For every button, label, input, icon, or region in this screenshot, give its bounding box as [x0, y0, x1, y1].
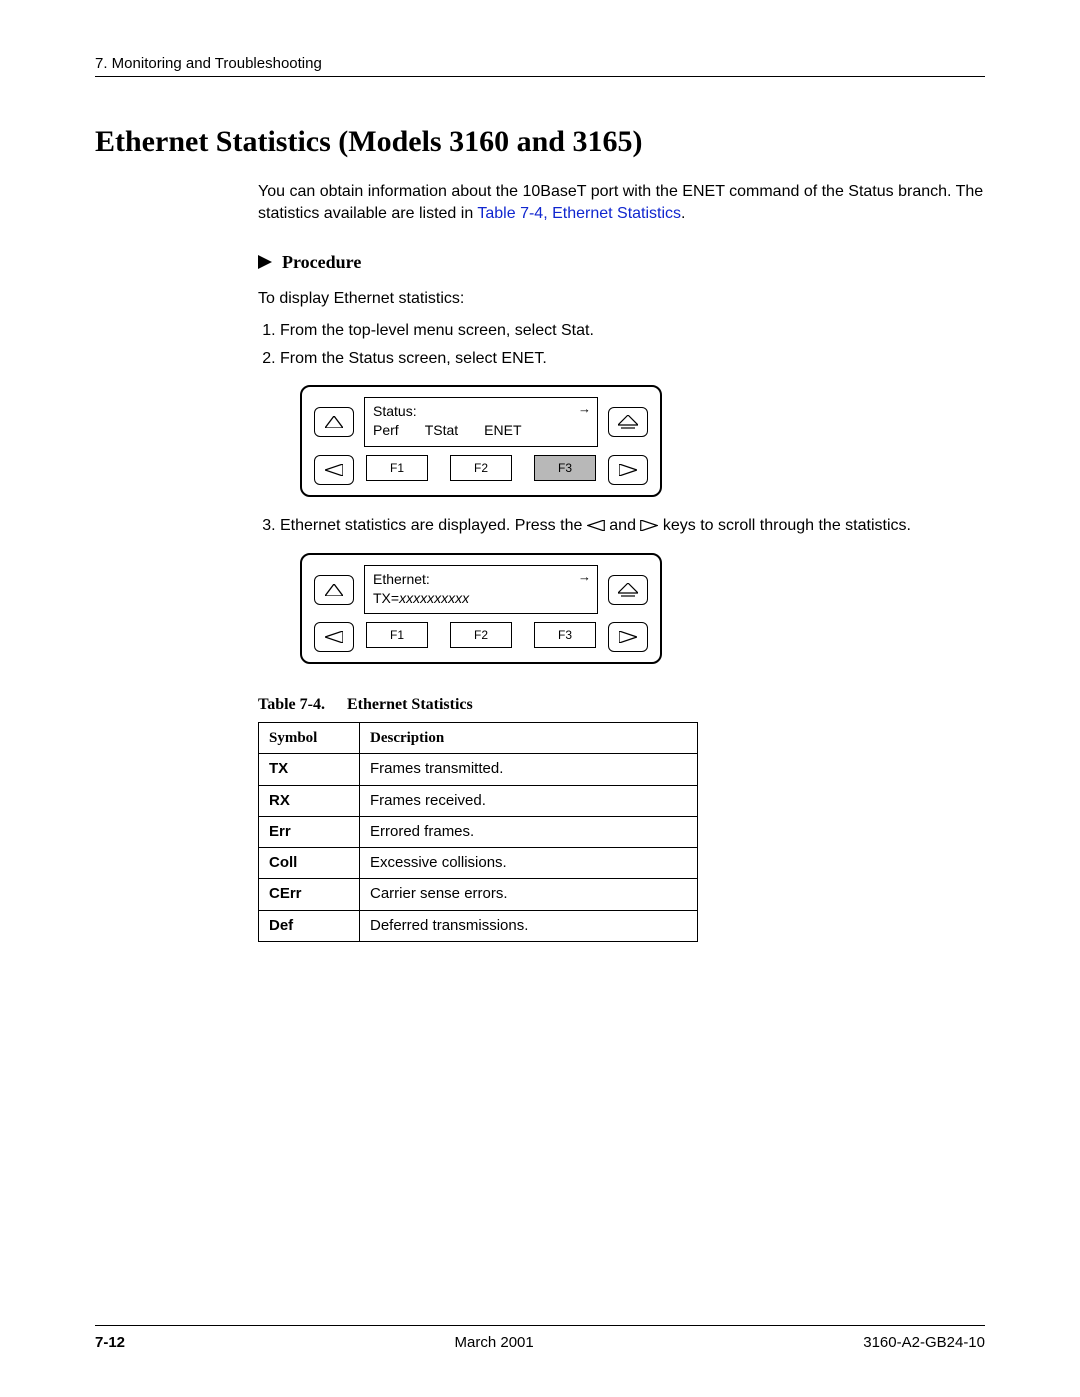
lcd-panel-status: → Status: Perf TStat ENET: [300, 385, 985, 497]
fkey-f2[interactable]: F2: [450, 455, 512, 481]
doc-number: 3160-A2-GB24-10: [863, 1334, 985, 1351]
col-description: Description: [360, 723, 698, 754]
header-rule: [95, 76, 985, 77]
cell-symbol: Coll: [259, 848, 360, 879]
footer-date: March 2001: [455, 1334, 534, 1351]
cell-desc: Excessive collisions.: [360, 848, 698, 879]
cell-desc: Errored frames.: [360, 816, 698, 847]
lcd-display: → Status: Perf TStat ENET: [364, 397, 598, 447]
fkey-f3[interactable]: F3: [534, 455, 596, 481]
fkey-f1[interactable]: F1: [366, 622, 428, 648]
page-footer: 7-12 March 2001 3160-A2-GB24-10: [95, 1325, 985, 1351]
footer-rule: [95, 1325, 985, 1326]
home-up-icon: [618, 415, 638, 429]
home-up-icon: [618, 583, 638, 597]
up-button[interactable]: [314, 407, 354, 437]
left-button[interactable]: [314, 455, 354, 485]
procedure-steps: From the top-level menu screen, select S…: [258, 320, 985, 369]
fkey-f1[interactable]: F1: [366, 455, 428, 481]
procedure-steps-cont: Ethernet statistics are displayed. Press…: [258, 515, 985, 537]
left-button[interactable]: [314, 622, 354, 652]
step-1: From the top-level menu screen, select S…: [280, 320, 985, 342]
display-item-tstat: TStat: [425, 421, 458, 440]
step-3: Ethernet statistics are displayed. Press…: [280, 515, 985, 537]
play-triangle-icon: [258, 255, 274, 269]
right-arrow-icon: →: [578, 568, 591, 586]
left-triangle-icon: [325, 464, 343, 476]
table-row: RX Frames received.: [259, 785, 698, 816]
intro-paragraph: You can obtain information about the 10B…: [258, 181, 985, 224]
cell-desc: Deferred transmissions.: [360, 910, 698, 941]
step-2: From the Status screen, select ENET.: [280, 348, 985, 370]
table-row: CErr Carrier sense errors.: [259, 879, 698, 910]
ethernet-statistics-table: Symbol Description TX Frames transmitted…: [258, 722, 698, 942]
cell-desc: Frames transmitted.: [360, 754, 698, 785]
lcd-panel: → Status: Perf TStat ENET: [300, 385, 662, 497]
cell-symbol: TX: [259, 754, 360, 785]
lcd-panel-ethernet: → Ethernet: TX=xxxxxxxxxx: [300, 553, 985, 665]
cell-symbol: Def: [259, 910, 360, 941]
display-title: Ethernet:: [373, 570, 589, 589]
right-triangle-icon: [619, 464, 637, 476]
tx-value: xxxxxxxxxx: [399, 589, 469, 608]
table-row: Err Errored frames.: [259, 816, 698, 847]
up-button[interactable]: [314, 575, 354, 605]
col-symbol: Symbol: [259, 723, 360, 754]
right-triangle-icon: [640, 520, 658, 531]
table-caption: Table 7-4. Ethernet Statistics: [258, 694, 985, 716]
left-triangle-icon: [587, 520, 605, 531]
procedure-label: Procedure: [282, 250, 361, 274]
step3-a: Ethernet statistics are displayed. Press…: [280, 517, 587, 534]
left-triangle-icon: [325, 631, 343, 643]
step3-c: keys to scroll through the statistics.: [663, 517, 911, 534]
cell-symbol: Err: [259, 816, 360, 847]
cell-desc: Frames received.: [360, 785, 698, 816]
tx-label: TX=: [373, 589, 399, 608]
procedure-heading: Procedure: [258, 250, 985, 274]
running-header: 7. Monitoring and Troubleshooting: [95, 55, 985, 72]
lcd-display: → Ethernet: TX=xxxxxxxxxx: [364, 565, 598, 615]
display-item-perf: Perf: [373, 421, 399, 440]
table-caption-title: Ethernet Statistics: [347, 696, 473, 713]
table-row: TX Frames transmitted.: [259, 754, 698, 785]
up-triangle-icon: [325, 416, 343, 428]
body-column: You can obtain information about the 10B…: [258, 181, 985, 942]
table-row: Coll Excessive collisions.: [259, 848, 698, 879]
fkey-f3[interactable]: F3: [534, 622, 596, 648]
home-button[interactable]: [608, 407, 648, 437]
display-title: Status:: [373, 402, 589, 421]
step3-b: and: [609, 517, 640, 534]
page: 7. Monitoring and Troubleshooting Ethern…: [0, 0, 1080, 1397]
table-header-row: Symbol Description: [259, 723, 698, 754]
page-number: 7-12: [95, 1334, 125, 1351]
fkey-row: F1 F2 F3: [364, 455, 598, 485]
lcd-panel: → Ethernet: TX=xxxxxxxxxx: [300, 553, 662, 665]
cell-symbol: RX: [259, 785, 360, 816]
section-title: Ethernet Statistics (Models 3160 and 316…: [95, 125, 985, 159]
right-triangle-icon: [619, 631, 637, 643]
cell-symbol: CErr: [259, 879, 360, 910]
fkey-row: F1 F2 F3: [364, 622, 598, 652]
procedure-lead: To display Ethernet statistics:: [258, 288, 985, 310]
home-button[interactable]: [608, 575, 648, 605]
table-crossref[interactable]: Table 7-4, Ethernet Statistics: [477, 205, 681, 222]
table-row: Def Deferred transmissions.: [259, 910, 698, 941]
up-triangle-icon: [325, 584, 343, 596]
right-button[interactable]: [608, 455, 648, 485]
right-arrow-icon: →: [578, 400, 591, 418]
intro-text-post: .: [681, 205, 685, 222]
table-caption-number: Table 7-4.: [258, 696, 325, 713]
cell-desc: Carrier sense errors.: [360, 879, 698, 910]
fkey-f2[interactable]: F2: [450, 622, 512, 648]
display-item-enet: ENET: [484, 421, 521, 440]
right-button[interactable]: [608, 622, 648, 652]
